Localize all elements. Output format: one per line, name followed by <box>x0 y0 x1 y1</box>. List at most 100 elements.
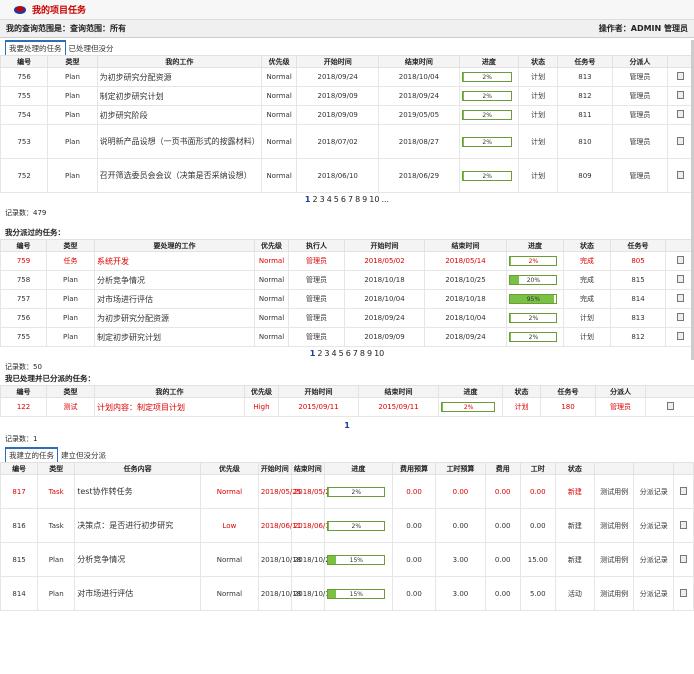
edit-icon[interactable] <box>676 294 684 302</box>
progress-fill <box>462 111 464 119</box>
page-link[interactable]: 1 <box>344 421 350 430</box>
page-link[interactable]: 5 <box>334 195 339 204</box>
table-cell: 753 <box>0 124 49 159</box>
page-link[interactable]: 4 <box>332 349 337 358</box>
page-link[interactable]: 7 <box>348 195 353 204</box>
column-header: 分派人 <box>611 55 669 68</box>
page-link[interactable]: 1 <box>305 195 311 204</box>
table-cell[interactable]: test协作转任务 <box>74 474 202 509</box>
column-header: 我的工作 <box>94 385 245 398</box>
table-row[interactable]: 753 Plan 说明新产品设想（一页书面形式的按露材料） Normal 2018/07… <box>0 124 694 159</box>
table-cell: 管理员 <box>611 158 669 193</box>
column-header: 编号 <box>0 462 39 475</box>
edit-icon[interactable] <box>677 91 685 99</box>
edit-icon[interactable] <box>680 520 688 529</box>
table-cell: 2018/05/14 <box>424 251 507 271</box>
edit-icon[interactable] <box>676 332 684 340</box>
progress-bar: 15% <box>326 554 385 565</box>
table-cell[interactable]: 初步研究阶段 <box>96 105 263 125</box>
progress-bar: 95% <box>509 294 557 304</box>
edit-icon[interactable] <box>677 110 685 118</box>
table-row[interactable]: 757 Plan 对市场进行评估 Normal 管理员 2018/10/04 2018/10… <box>0 289 694 309</box>
edit-icon[interactable] <box>677 170 685 179</box>
table-cell[interactable]: 召开筛选委员会会议（决策是否采纳设想） <box>96 158 263 193</box>
record-count-2: 记录数：50 <box>5 363 42 371</box>
table-cell: 2018/10/18 <box>257 576 301 611</box>
page-link[interactable]: 9 <box>362 195 367 204</box>
page-link[interactable]: 7 <box>353 349 358 358</box>
edit-icon[interactable] <box>680 588 688 597</box>
page-link[interactable]: 2 <box>317 349 322 358</box>
table-row[interactable]: 754 Plan 初步研究阶段 Normal 2018/09/09 2019/05/05 2… <box>0 105 694 125</box>
tab-created-unassigned[interactable]: 建立但没分派 <box>58 449 109 462</box>
page-link[interactable]: 6 <box>346 349 351 358</box>
table-assigned-tasks: 编号 类型 要处理的工作 优先级 执行人 开始时间 结束时间 进度 状态 任务号 759 任务 系统开… <box>0 239 694 347</box>
table-cell[interactable]: 决策点：是否进行初步研究 <box>74 508 202 543</box>
table-row[interactable]: 817 Task test协作转任务 Normal 2018/05/25 2018/05/… <box>0 474 694 509</box>
table-row[interactable]: 759 任务 系统开发 Normal 管理员 2018/05/02 2018/05/14 2%… <box>0 251 694 271</box>
column-header-blank <box>633 462 675 475</box>
table-cell[interactable]: 系统开发 <box>94 251 255 271</box>
table-cell[interactable]: 分析竞争情况 <box>94 270 255 290</box>
table-cell[interactable]: 为初步研究分配资源 <box>96 67 263 87</box>
page-link[interactable]: 2 <box>313 195 318 204</box>
edit-icon[interactable] <box>676 256 684 264</box>
edit-icon[interactable] <box>680 554 688 563</box>
table-cell: 20% <box>506 270 564 290</box>
column-header: 我的工作 <box>96 55 263 68</box>
table-cell[interactable]: 说明新产品设想（一页书面形式的按露材料） <box>96 124 263 159</box>
edit-icon[interactable] <box>666 402 674 410</box>
column-header: 编号 <box>0 385 47 398</box>
page-link[interactable]: 8 <box>360 349 365 358</box>
table-row[interactable]: 815 Plan 分析竞争情况 Normal 2018/10/18 2018/10/25 1… <box>0 542 694 577</box>
page-link[interactable]: 4 <box>327 195 332 204</box>
tabs-1: 我要处理的任务 已处理但没分 <box>0 39 694 55</box>
column-header: 任务内容 <box>74 462 202 475</box>
progress-fill <box>510 276 520 284</box>
table-row[interactable]: 816 Task 决策点：是否进行初步研究 Low 2018/06/11 2018/06/… <box>0 508 694 543</box>
table-row[interactable]: 755 Plan 制定初步研究计划 Normal 2018/09/09 2018/09/2… <box>0 86 694 106</box>
table-cell[interactable]: 制定初步研究计划 <box>94 327 255 347</box>
page-link[interactable]: 10 <box>374 349 384 358</box>
page-link[interactable]: 8 <box>355 195 360 204</box>
page-link[interactable]: 5 <box>339 349 344 358</box>
tab-created[interactable]: 我建立的任务 <box>5 447 58 462</box>
table-row[interactable]: 758 Plan 分析竞争情况 Normal 管理员 2018/10/18 2018/10/… <box>0 270 694 290</box>
edit-icon[interactable] <box>676 275 684 283</box>
page-link[interactable]: ... <box>381 195 389 204</box>
table-cell: 0.00 <box>484 576 521 611</box>
table-cell[interactable]: 为初步研究分配资源 <box>94 308 255 328</box>
table-row[interactable]: 756 Plan 为初步研究分配资源 Normal 2018/09/24 2018/10/… <box>0 67 694 87</box>
page-link[interactable]: 6 <box>341 195 346 204</box>
progress-bar: 2% <box>326 486 385 497</box>
table-cell[interactable]: 分析竞争情况 <box>74 542 202 577</box>
table-cell[interactable]: 计划内容：制定项目计划 <box>94 397 245 417</box>
page-link[interactable]: 10 <box>369 195 379 204</box>
column-header: 进度 <box>323 462 393 475</box>
edit-icon[interactable] <box>677 136 685 145</box>
table-cell[interactable]: 对市场进行评估 <box>74 576 202 611</box>
page-link[interactable]: 1 <box>310 349 316 358</box>
progress-fill <box>462 92 464 100</box>
table-cell: 0.00 <box>391 542 437 577</box>
table-cell: Plan <box>47 67 98 87</box>
table-row[interactable]: 752 Plan 召开筛选委员会会议（决策是否采纳设想） Normal 2018/06/… <box>0 158 694 193</box>
table-cell: 2018/05/25 <box>257 474 301 509</box>
table-cell[interactable]: 对市场进行评估 <box>94 289 255 309</box>
edit-icon[interactable] <box>676 313 684 321</box>
tab-handled-unassigned[interactable]: 已处理但没分 <box>66 42 117 55</box>
edit-icon[interactable] <box>677 72 685 80</box>
page-link[interactable]: 3 <box>320 195 325 204</box>
page-link[interactable]: 3 <box>324 349 329 358</box>
tab-to-handle[interactable]: 我要处理的任务 <box>5 40 66 55</box>
table-row[interactable]: 755 Plan 制定初步研究计划 Normal 管理员 2018/09/09 2018/0… <box>0 327 694 347</box>
table-cell[interactable]: 制定初步研究计划 <box>96 86 263 106</box>
table-row[interactable]: 122 测试 计划内容：制定项目计划 High 2015/09/11 2015/09/11… <box>0 397 694 417</box>
table-cell: Plan <box>47 86 98 106</box>
table-cell: 816 <box>0 508 39 543</box>
table-cell <box>667 67 694 87</box>
table-row[interactable]: 814 Plan 对市场进行评估 Normal 2018/10/18 2018/10/18… <box>0 576 694 611</box>
edit-icon[interactable] <box>680 486 688 495</box>
page-link[interactable]: 9 <box>367 349 372 358</box>
table-row[interactable]: 756 Plan 为初步研究分配资源 Normal 管理员 2018/09/24 2018/… <box>0 308 694 328</box>
